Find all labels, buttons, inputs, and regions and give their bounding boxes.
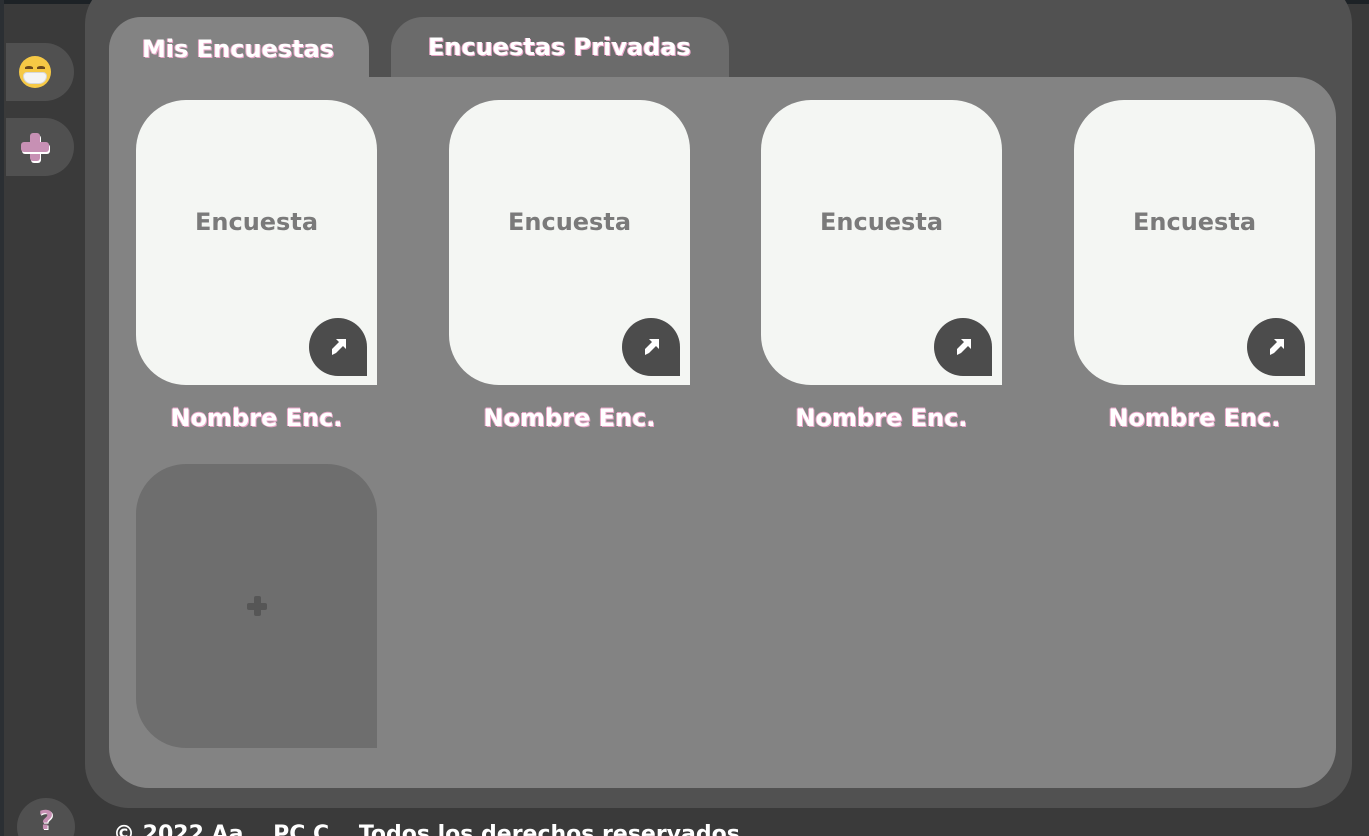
survey-card[interactable]: Encuesta	[449, 100, 690, 385]
left-edge	[0, 0, 4, 836]
survey-card[interactable]: Encuesta	[1074, 100, 1315, 385]
arrow-up-right-icon	[332, 339, 346, 355]
footer-copyright: © 2022 Aa… PC C… Todos los derechos rese…	[113, 822, 740, 836]
survey-card-label: Encuesta	[819, 208, 944, 236]
open-survey-button[interactable]	[309, 318, 367, 376]
add-survey-card[interactable]	[136, 464, 377, 748]
survey-name: Nombre Enc.	[170, 404, 343, 432]
survey-name: Nombre Enc.	[483, 404, 656, 432]
plus-icon	[246, 596, 267, 616]
plus-icon	[21, 133, 49, 161]
open-survey-button[interactable]	[1247, 318, 1305, 376]
tab-label: Encuestas Privadas	[428, 33, 691, 61]
profile-emoji-button[interactable]	[6, 43, 74, 101]
open-survey-button[interactable]	[934, 318, 992, 376]
help-button[interactable]: ?	[17, 798, 75, 836]
open-survey-button[interactable]	[622, 318, 680, 376]
tab-label: Mis Encuestas	[142, 35, 335, 63]
survey-name: Nombre Enc.	[795, 404, 968, 432]
survey-card-label: Encuesta	[1132, 208, 1257, 236]
survey-card-label: Encuesta	[507, 208, 632, 236]
arrow-up-right-icon	[1270, 339, 1284, 355]
survey-card[interactable]: Encuesta	[136, 100, 377, 385]
mask-face-emoji-icon	[19, 56, 51, 88]
survey-card-label: Encuesta	[194, 208, 319, 236]
create-survey-button[interactable]	[6, 118, 74, 176]
arrow-up-right-icon	[645, 339, 659, 355]
question-mark-icon: ?	[38, 806, 54, 836]
survey-card[interactable]: Encuesta	[761, 100, 1002, 385]
survey-name: Nombre Enc.	[1108, 404, 1281, 432]
arrow-up-right-icon	[957, 339, 971, 355]
